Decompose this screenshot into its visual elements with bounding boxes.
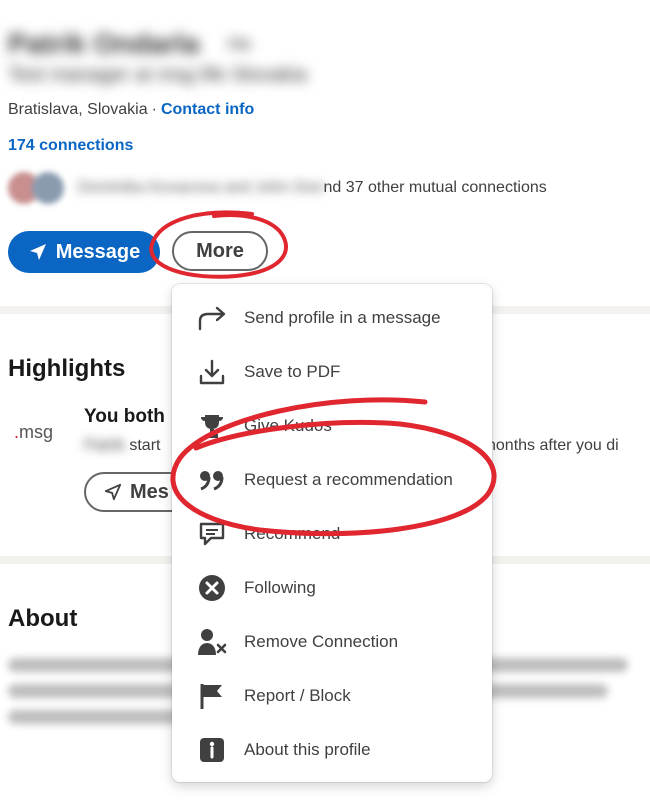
mutual-avatars[interactable] bbox=[8, 170, 68, 206]
trophy-icon bbox=[196, 410, 228, 442]
about-title: About bbox=[8, 605, 78, 632]
menu-item-following[interactable]: Following bbox=[172, 561, 492, 615]
menu-item-label: Send profile in a message bbox=[244, 308, 441, 327]
highlight-blur-text: Patrik bbox=[84, 437, 125, 454]
highlight-description: Patrik start bbox=[84, 437, 160, 455]
msg-company-logo: .msg bbox=[14, 422, 54, 442]
highlight-message-label: Mes bbox=[130, 480, 169, 503]
remove-person-icon bbox=[196, 626, 228, 658]
menu-item-label: Request a recommendation bbox=[244, 470, 453, 489]
menu-item-label: Remove Connection bbox=[244, 632, 399, 651]
more-dropdown-menu: Send profile in a message Save to PDF Gi… bbox=[172, 284, 492, 782]
menu-item-label: Save to PDF bbox=[244, 362, 341, 381]
close-circle-icon bbox=[196, 572, 228, 604]
contact-info-link[interactable]: Contact info bbox=[161, 101, 254, 118]
separator-dot: · bbox=[151, 101, 157, 118]
menu-item-give-kudos[interactable]: Give Kudos bbox=[172, 399, 492, 453]
highlight-title: You both bbox=[84, 406, 165, 427]
share-arrow-icon bbox=[196, 302, 228, 334]
menu-item-save-pdf[interactable]: Save to PDF bbox=[172, 345, 492, 399]
download-icon bbox=[196, 356, 228, 388]
menu-item-send-profile[interactable]: Send profile in a message bbox=[172, 291, 492, 345]
menu-item-remove-connection[interactable]: Remove Connection bbox=[172, 615, 492, 669]
send-icon bbox=[104, 483, 122, 501]
info-icon bbox=[196, 734, 228, 766]
profile-location-row: Bratislava, Slovakia · Contact info bbox=[8, 101, 254, 119]
menu-item-about-profile[interactable]: About this profile bbox=[172, 723, 492, 777]
profile-pronoun: He bbox=[228, 34, 252, 54]
quote-icon bbox=[196, 464, 228, 496]
message-button-label: Message bbox=[55, 240, 141, 263]
flag-icon bbox=[196, 680, 228, 712]
menu-item-label: Recommend bbox=[244, 524, 341, 543]
msg-logo-text: msg bbox=[19, 422, 54, 442]
menu-item-label: Report / Block bbox=[244, 686, 351, 705]
speech-bubble-icon bbox=[196, 518, 228, 550]
avatar bbox=[32, 172, 64, 204]
mutual-names: Dominika Kovacova and John Doe bbox=[78, 179, 324, 196]
connections-link[interactable]: 174 connections bbox=[8, 137, 133, 155]
menu-item-report-block[interactable]: Report / Block bbox=[172, 669, 492, 723]
more-button[interactable]: More bbox=[172, 231, 268, 271]
menu-item-request-recommendation[interactable]: Request a recommendation bbox=[172, 453, 492, 507]
menu-item-label: Following bbox=[244, 578, 316, 597]
highlight-description-tail: nonths after you di bbox=[487, 437, 619, 454]
profile-headline: Test manager at msg life Slovakia bbox=[8, 64, 308, 86]
menu-item-label: Give Kudos bbox=[244, 416, 332, 435]
message-button[interactable]: Message bbox=[8, 231, 160, 273]
mutual-count: nd 37 other mutual connections bbox=[323, 179, 547, 196]
highlights-title: Highlights bbox=[8, 355, 126, 382]
profile-location: Bratislava, Slovakia bbox=[8, 101, 148, 118]
highlight-visible-text: start bbox=[129, 437, 161, 454]
profile-name: Patrik Ondarla bbox=[8, 28, 200, 59]
menu-item-recommend[interactable]: Recommend bbox=[172, 507, 492, 561]
send-icon bbox=[29, 244, 46, 260]
mutual-connections-link[interactable]: Dominika Kovacova and John Doend 37 othe… bbox=[78, 179, 547, 197]
menu-item-label: About this profile bbox=[244, 740, 371, 759]
